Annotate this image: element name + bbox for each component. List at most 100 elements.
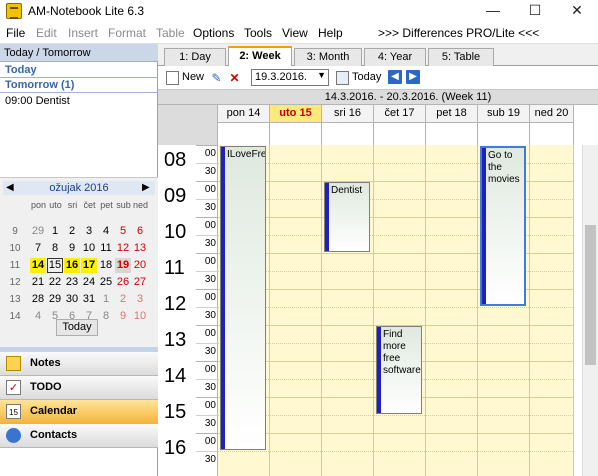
prev-week-icon[interactable]: ◀	[388, 70, 402, 84]
calendar-day[interactable]: 12	[115, 241, 131, 256]
tomorrow-section[interactable]: Tomorrow (1)	[0, 79, 158, 93]
day-column[interactable]	[374, 145, 426, 476]
calendar-day[interactable]: 10	[132, 309, 148, 324]
all-day-cell[interactable]	[478, 123, 530, 145]
all-day-cell[interactable]	[530, 123, 574, 145]
nav-calendar[interactable]: 15 Calendar	[0, 400, 158, 424]
day-column[interactable]	[426, 145, 478, 476]
nav-contacts[interactable]: Contacts	[0, 424, 158, 448]
calendar-day[interactable]: 16	[64, 258, 80, 273]
calendar-day[interactable]: 5	[115, 224, 131, 239]
minimize-button[interactable]: —	[472, 0, 514, 22]
calendar-day[interactable]: 2	[115, 292, 131, 307]
new-event-icon[interactable]	[166, 71, 179, 85]
calendar-day[interactable]: 8	[47, 241, 63, 256]
calendar-day[interactable]: 27	[132, 275, 148, 290]
calendar-day[interactable]: 11	[98, 241, 114, 256]
calendar-day[interactable]: 29	[30, 224, 46, 239]
prev-month-icon[interactable]: ◀	[6, 182, 14, 193]
calendar-event[interactable]: Dentist	[324, 182, 370, 252]
calendar-today-button[interactable]: Today	[56, 319, 98, 336]
calendar-day[interactable]: 15	[47, 258, 63, 273]
calendar-day[interactable]: 28	[30, 292, 46, 307]
menu-help[interactable]: Help	[318, 26, 343, 40]
calendar-day[interactable]: 24	[81, 275, 97, 290]
tab-year[interactable]: 4: Year	[364, 48, 426, 66]
tab-week[interactable]: 2: Week	[228, 46, 292, 67]
chevron-down-icon[interactable]: ▼	[317, 70, 326, 80]
today-button[interactable]: Today	[352, 71, 381, 83]
calendar-day[interactable]: 17	[81, 258, 97, 273]
today-section[interactable]: Today	[0, 64, 158, 78]
calendar-day[interactable]: 13	[132, 241, 148, 256]
all-day-cell[interactable]	[322, 123, 374, 145]
calendar-day[interactable]: 20	[132, 258, 148, 273]
calendar-day[interactable]: 10	[81, 241, 97, 256]
new-event-button[interactable]: New	[182, 71, 204, 83]
calendar-day[interactable]: 8	[98, 309, 114, 324]
all-day-cell[interactable]	[426, 123, 478, 145]
calendar-event[interactable]: Find more free software	[376, 326, 422, 414]
calendar-day[interactable]: 9	[64, 241, 80, 256]
menu-table[interactable]: Table	[156, 26, 185, 40]
calendar-day[interactable]: 26	[115, 275, 131, 290]
next-week-icon[interactable]: ▶	[406, 70, 420, 84]
calendar-day[interactable]: 18	[98, 258, 114, 273]
menu-insert[interactable]: Insert	[68, 26, 98, 40]
calendar-day[interactable]: 4	[30, 309, 46, 324]
calendar-day[interactable]: 3	[132, 292, 148, 307]
calendar-day[interactable]: 2	[64, 224, 80, 239]
calendar-day[interactable]: 4	[98, 224, 114, 239]
nav-todo[interactable]: ✓ TODO	[0, 376, 158, 400]
day-column[interactable]	[530, 145, 574, 476]
day-column[interactable]	[270, 145, 322, 476]
calendar-event[interactable]: ILoveFreeParty	[220, 146, 266, 450]
calendar-day[interactable]: 1	[98, 292, 114, 307]
calendar-day[interactable]: 29	[47, 292, 63, 307]
menu-options[interactable]: Options	[193, 26, 234, 40]
day-header[interactable]: pon 14	[218, 105, 270, 123]
maximize-button[interactable]: ☐	[514, 0, 556, 22]
close-button[interactable]: ✕	[556, 0, 598, 22]
day-header[interactable]: ned 20	[530, 105, 574, 123]
calendar-day[interactable]: 6	[132, 224, 148, 239]
calendar-day[interactable]: 23	[64, 275, 80, 290]
calendar-day[interactable]: 9	[115, 309, 131, 324]
calendar-day[interactable]: 30	[64, 292, 80, 307]
menu-tools[interactable]: Tools	[244, 26, 272, 40]
nav-notes[interactable]: Notes	[0, 352, 158, 376]
delete-icon[interactable]: ✕	[228, 71, 241, 85]
day-header[interactable]: čet 17	[374, 105, 426, 123]
calendar-day[interactable]: 25	[98, 275, 114, 290]
menu-file[interactable]: File	[6, 26, 25, 40]
calendar-day[interactable]: 3	[81, 224, 97, 239]
calendar-event[interactable]: Go to the movies	[480, 146, 526, 306]
tab-day[interactable]: 1: Day	[164, 48, 226, 66]
menu-view[interactable]: View	[282, 26, 308, 40]
day-header[interactable]: sri 16	[322, 105, 374, 123]
scrollbar-thumb[interactable]	[585, 225, 596, 365]
menu-format[interactable]: Format	[108, 26, 146, 40]
tab-month[interactable]: 3: Month	[294, 48, 362, 66]
tab-table[interactable]: 5: Table	[428, 48, 494, 66]
calendar-day[interactable]: 31	[81, 292, 97, 307]
all-day-cell[interactable]	[218, 123, 270, 145]
day-header[interactable]: uto 15	[270, 105, 322, 123]
next-month-icon[interactable]: ▶	[142, 182, 150, 193]
menu-edit[interactable]: Edit	[36, 26, 57, 40]
date-picker[interactable]: 19.3.2016. ▼	[251, 69, 329, 86]
calendar-day[interactable]: 14	[30, 258, 46, 273]
calendar-day[interactable]: 1	[47, 224, 63, 239]
tomorrow-item[interactable]: 09:00 Dentist	[5, 95, 70, 107]
edit-icon[interactable]: ✎	[210, 71, 223, 85]
day-header[interactable]: pet 18	[426, 105, 478, 123]
calendar-day[interactable]: 22	[47, 275, 63, 290]
today-calendar-icon[interactable]	[336, 71, 349, 85]
calendar-day[interactable]: 19	[115, 258, 131, 273]
calendar-day[interactable]: 21	[30, 275, 46, 290]
calendar-day[interactable]: 7	[30, 241, 46, 256]
all-day-cell[interactable]	[270, 123, 322, 145]
menu-differences[interactable]: >>> Differences PRO/Lite <<<	[378, 26, 539, 40]
vertical-scrollbar[interactable]	[582, 145, 598, 476]
day-header[interactable]: sub 19	[478, 105, 530, 123]
